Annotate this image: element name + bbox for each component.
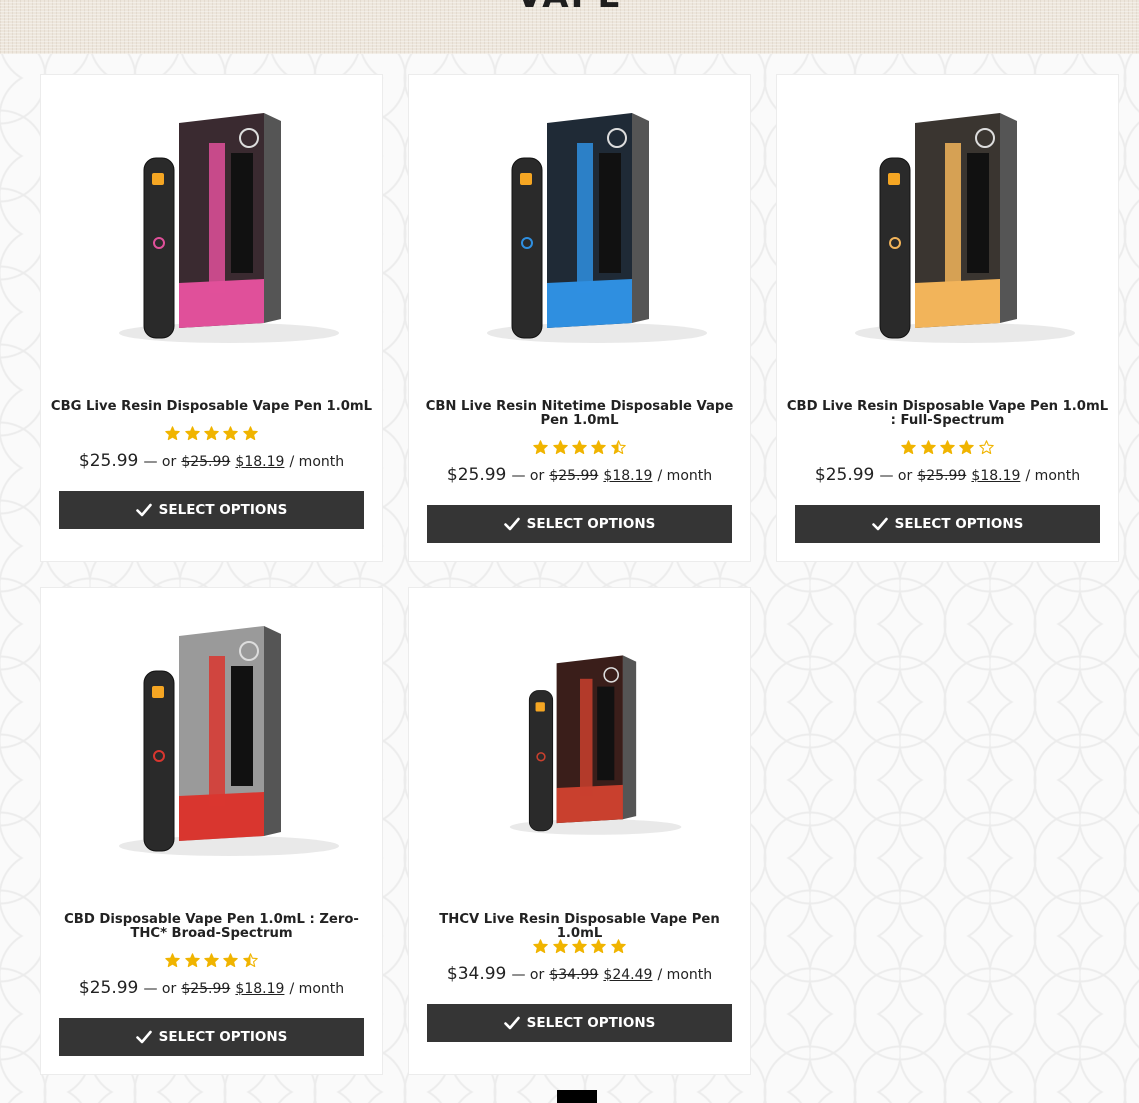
price-or-label: — or — [143, 981, 177, 997]
check-icon — [871, 517, 888, 531]
price-current: $25.99 — [78, 978, 139, 998]
rating-star-icon — [901, 440, 916, 455]
rating-star-icon — [611, 440, 626, 455]
price-period: / month — [657, 967, 713, 983]
product-thumbnail[interactable] — [59, 83, 364, 379]
price-original: $25.99 — [917, 468, 967, 484]
product-thumbnail[interactable] — [59, 596, 364, 892]
product-thumbnail[interactable] — [427, 596, 732, 892]
product-price: $34.99 — or $34.99 $24.49 / month — [409, 964, 750, 984]
product-price: $25.99 — or $25.99 $18.19 / month — [777, 465, 1118, 485]
rating-star-icon — [204, 426, 219, 441]
product-card: CBD Live Resin Disposable Vape Pen 1.0mL… — [776, 74, 1119, 562]
rating-star-icon — [165, 953, 180, 968]
rating-star-icon — [572, 939, 587, 954]
price-current: $34.99 — [446, 964, 507, 984]
rating-star-icon — [223, 953, 239, 968]
check-icon — [135, 503, 152, 517]
pagination-current-page[interactable] — [557, 1090, 597, 1103]
price-or-label: — or — [143, 454, 177, 470]
price-subscription: $24.49 — [603, 967, 653, 983]
price-current: $25.99 — [446, 465, 507, 485]
price-period: / month — [289, 981, 345, 997]
product-name[interactable]: CBD Live Resin Disposable Vape Pen 1.0mL… — [783, 400, 1112, 428]
check-icon — [135, 1030, 152, 1044]
check-icon — [503, 517, 520, 531]
rating-star-icon — [572, 440, 587, 455]
product-price: $25.99 — or $25.99 $18.19 / month — [41, 978, 382, 998]
price-original: $25.99 — [549, 468, 599, 484]
product-name[interactable]: THCV Live Resin Disposable Vape Pen 1.0m… — [415, 913, 744, 941]
rating-star-icon — [979, 440, 994, 455]
select-options-button[interactable]: SELECT OPTIONS — [59, 1018, 364, 1056]
rating-star-icon — [940, 440, 955, 455]
rating-star-icon — [533, 440, 548, 455]
product-image[interactable] — [427, 596, 732, 892]
rating-star-icon — [243, 953, 258, 968]
price-current: $25.99 — [78, 451, 139, 471]
price-period: / month — [289, 454, 345, 470]
rating-star-icon — [959, 440, 975, 455]
product-rating — [41, 426, 382, 444]
rating-star-icon — [920, 440, 936, 455]
select-options-label: SELECT OPTIONS — [158, 502, 288, 518]
product-image[interactable] — [59, 596, 364, 892]
product-name[interactable]: CBG Live Resin Disposable Vape Pen 1.0mL — [47, 400, 376, 414]
product-name[interactable]: CBN Live Resin Nitetime Disposable Vape … — [415, 400, 744, 428]
price-period: / month — [657, 468, 713, 484]
product-card: THCV Live Resin Disposable Vape Pen 1.0m… — [408, 587, 751, 1075]
check-icon — [503, 1016, 520, 1030]
product-price: $25.99 — or $25.99 $18.19 / month — [41, 451, 382, 471]
price-original: $34.99 — [549, 967, 599, 983]
product-rating — [41, 953, 382, 971]
select-options-label: SELECT OPTIONS — [158, 1029, 288, 1045]
rating-star-icon — [552, 939, 568, 954]
product-thumbnail[interactable] — [795, 83, 1100, 379]
rating-star-icon — [165, 426, 180, 441]
select-options-button[interactable]: SELECT OPTIONS — [427, 505, 732, 543]
price-subscription: $18.19 — [603, 468, 653, 484]
price-original: $25.99 — [181, 454, 231, 470]
select-options-label: SELECT OPTIONS — [526, 1015, 656, 1031]
price-or-label: — or — [511, 468, 545, 484]
price-or-label: — or — [511, 967, 545, 983]
price-subscription: $18.19 — [971, 468, 1021, 484]
price-subscription: $18.19 — [235, 981, 285, 997]
price-period: / month — [1025, 468, 1081, 484]
price-or-label: — or — [879, 468, 913, 484]
select-options-button[interactable]: SELECT OPTIONS — [59, 491, 364, 529]
rating-star-icon — [533, 939, 548, 954]
price-current: $25.99 — [814, 465, 875, 485]
rating-star-icon — [243, 426, 258, 441]
page-title: VAPE — [0, 0, 1139, 16]
rating-star-icon — [591, 939, 607, 954]
rating-star-icon — [204, 953, 219, 968]
rating-star-icon — [223, 426, 239, 441]
product-rating — [409, 440, 750, 458]
product-card: CBD Disposable Vape Pen 1.0mL : Zero-THC… — [40, 587, 383, 1075]
page-header-banner: VAPE — [0, 0, 1139, 54]
select-options-button[interactable]: SELECT OPTIONS — [427, 1004, 732, 1042]
rating-star-icon — [184, 953, 200, 968]
price-subscription: $18.19 — [235, 454, 285, 470]
product-image[interactable] — [427, 83, 732, 379]
price-original: $25.99 — [181, 981, 231, 997]
product-price: $25.99 — or $25.99 $18.19 / month — [409, 465, 750, 485]
rating-star-icon — [611, 939, 626, 954]
product-rating — [777, 440, 1118, 458]
product-card: CBG Live Resin Disposable Vape Pen 1.0mL… — [40, 74, 383, 562]
product-image[interactable] — [795, 83, 1100, 379]
product-name[interactable]: CBD Disposable Vape Pen 1.0mL : Zero-THC… — [47, 913, 376, 941]
product-thumbnail[interactable] — [427, 83, 732, 379]
product-card: CBN Live Resin Nitetime Disposable Vape … — [408, 74, 751, 562]
product-image[interactable] — [59, 83, 364, 379]
rating-star-icon — [552, 440, 568, 455]
select-options-button[interactable]: SELECT OPTIONS — [795, 505, 1100, 543]
rating-star-icon — [184, 426, 200, 441]
rating-star-icon — [591, 440, 607, 455]
product-rating — [409, 939, 750, 957]
select-options-label: SELECT OPTIONS — [894, 516, 1024, 532]
select-options-label: SELECT OPTIONS — [526, 516, 656, 532]
